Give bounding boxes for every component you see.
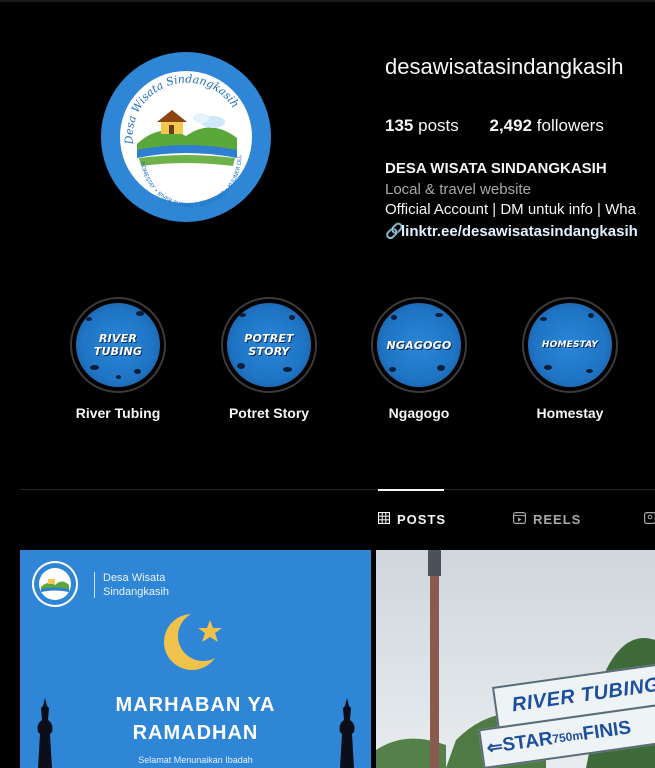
highlight-ring: RIVER TUBING — [70, 297, 166, 393]
highlight-ring: HOMESTAY — [522, 297, 618, 393]
sign-start-text: STAR — [501, 728, 554, 757]
tab-tagged[interactable] — [644, 512, 655, 527]
highlight-label: Homestay — [536, 405, 604, 421]
profile-link-text[interactable]: linktr.ee/desawisatasindangkasih — [401, 223, 638, 240]
post-headline: MARHABAN YA RAMADHAN — [20, 691, 371, 747]
posts-label: posts — [418, 116, 459, 135]
highlight-homestay[interactable]: HOMESTAY Homestay — [522, 297, 618, 421]
highlight-potret-story[interactable]: POTRET STORY Potret Story — [221, 297, 317, 421]
top-border — [0, 0, 655, 2]
sign-pole — [430, 550, 439, 768]
tab-posts[interactable]: POSTS — [377, 511, 447, 527]
highlight-cover: POTRET STORY — [227, 303, 311, 387]
highlight-cover: NGAGOGO — [377, 303, 461, 387]
posts-stat: 135 posts — [385, 116, 463, 135]
posts-count: 135 — [385, 116, 414, 135]
highlight-label: Ngagogo — [388, 405, 450, 421]
avatar-logo: Desa Wisata Sindangkasih HOMESTAY • RIVE… — [104, 55, 268, 219]
post-headline-line2: RAMADHAN — [132, 722, 259, 744]
highlight-label: River Tubing — [75, 405, 161, 421]
profile-avatar[interactable]: Desa Wisata Sindangkasih HOMESTAY • RIVE… — [101, 52, 271, 222]
profile-link[interactable]: 🔗linktr.ee/desawisatasindangkasih — [385, 222, 638, 240]
highlight-cover-text: RIVER TUBING — [93, 332, 143, 358]
sign-pole-top — [428, 550, 441, 576]
post-logo — [32, 561, 78, 607]
tagged-icon — [644, 512, 655, 527]
highlight-cover-text: HOMESTAY — [541, 340, 599, 350]
active-tab-indicator — [378, 489, 444, 491]
post-brand-line2: Sindangkasih — [103, 586, 170, 598]
highlight-cover-text: NGAGOGO — [386, 338, 452, 352]
profile-display-name: DESA WISATA SINDANGKASIH — [385, 160, 607, 177]
tab-reels[interactable]: REELS — [513, 512, 581, 527]
post-subtext: Selamat Menunaikan Ibadah — [138, 755, 253, 765]
grid-icon — [377, 511, 391, 527]
sign-distance-text: 750m — [551, 727, 584, 747]
post-headline-line1: MARHABAN YA — [115, 694, 276, 716]
minaret-left-icon — [37, 698, 53, 768]
minaret-right-icon — [339, 698, 355, 768]
followers-count: 2,492 — [489, 116, 533, 135]
profile-category: Local & travel website — [385, 181, 531, 198]
link-icon: 🔗 — [385, 223, 404, 240]
highlight-cover: RIVER TUBING — [76, 303, 160, 387]
post-ramadhan[interactable]: Desa Wisata Sindangkasih MARHABAN YA RAM… — [20, 550, 371, 768]
tab-reels-label: REELS — [533, 512, 582, 527]
highlight-river-tubing[interactable]: RIVER TUBING River Tubing — [70, 297, 166, 421]
highlight-cover: HOMESTAY — [528, 303, 612, 387]
highlight-ring: NGAGOGO — [371, 297, 467, 393]
post-brand-line1: Desa Wisata — [103, 572, 166, 584]
sign-finish-text: FINIS — [581, 717, 633, 745]
highlight-ring: POTRET STORY — [221, 297, 317, 393]
highlight-cover-text: POTRET STORY — [244, 332, 294, 358]
profile-username: desawisatasindangkasih — [385, 54, 624, 79]
highlight-ngagogo[interactable]: NGAGOGO Ngagogo — [371, 297, 467, 421]
profile-stats: 135 posts 2,492 followers — [385, 116, 630, 136]
post-river-tubing-sign[interactable]: RIVER TUBING ⇐ STAR 750m FINIS — [376, 550, 655, 768]
followers-stat[interactable]: 2,492 followers — [489, 116, 603, 135]
brand-separator — [94, 572, 95, 598]
tabs-divider — [20, 489, 655, 490]
highlight-label: Potret Story — [228, 405, 310, 421]
profile-bio: Official Account | DM untuk info | Wha — [385, 201, 636, 218]
followers-label: followers — [536, 116, 604, 135]
crescent-moon-icon — [164, 611, 228, 670]
post-brand: Desa Wisata Sindangkasih — [103, 571, 169, 599]
reels-icon — [513, 512, 527, 527]
tab-posts-label: POSTS — [397, 512, 447, 527]
